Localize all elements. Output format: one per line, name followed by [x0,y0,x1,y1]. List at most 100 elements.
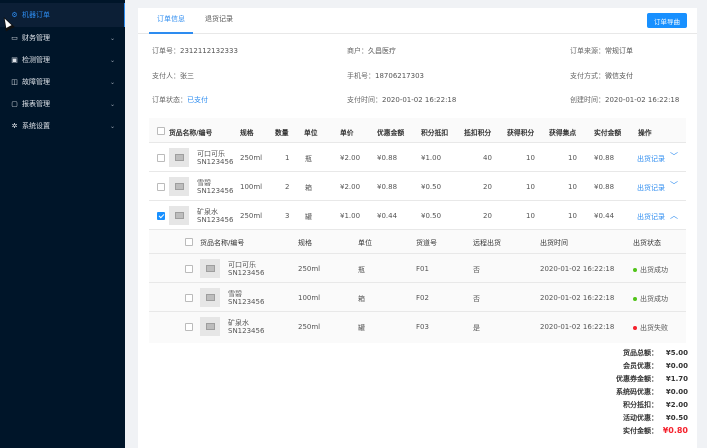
stamps: 10 [568,154,577,162]
sub-row-checkbox[interactable] [185,265,193,273]
product-thumbnail [169,148,189,167]
sidebar-item-reports[interactable]: ▢ 报表管理 ⌄ [0,93,125,115]
points-deduct: ¥0.50 [421,183,442,191]
chevron-down-icon[interactable]: ﹀ [670,180,678,191]
image-icon [205,323,215,330]
lane: F03 [416,323,429,331]
points-deduct: ¥0.50 [421,212,442,220]
shipment-subtable: 货品名称/编号 规格 单位 货道号 远程出货 出货时间 出货状态 可口可乐 SN… [149,230,686,343]
tab-order-info[interactable]: 订单信息 [149,14,193,34]
check-icon: ▣ [11,56,18,64]
sidebar-item-machine-orders[interactable]: ⚙ 机器订单 [0,3,125,27]
wallet-icon: ▭ [11,34,18,42]
image-icon [205,265,215,272]
unit: 瓶 [358,266,365,274]
summary-member-discount: 会员优惠： ¥0.00 [623,362,688,370]
spec: 250ml [298,265,321,273]
remote: 否 [473,295,480,303]
ship-time: 2020-01-02 16:22:18 [540,265,615,273]
chevron-down-icon: ⌄ [109,100,115,108]
col-header: 规格 [298,239,312,247]
product-code: SN123456 [197,216,234,224]
pay-time: 支付时间：2020-01-02 16:22:18 [347,96,457,104]
col-header: 货道号 [416,239,437,247]
row-checkbox[interactable] [157,154,165,162]
main-panel: 订单信息 退货记录 订单导曲 订单号：2312112132333 商户：久昌医疗… [138,8,697,448]
sidebar-item-label: 报表管理 [22,100,50,108]
summary-paid-total: 实付金额： ¥0.80 [623,426,688,435]
sub-row-checkbox[interactable] [185,294,193,302]
sidebar: ⚙ 机器订单 ▭ 财务管理 ⌄ ▣ 检测管理 ⌄ ◫ 故障管理 ⌄ ▢ 报表管理… [0,0,125,448]
col-header: 货品名称/编号 [169,129,213,137]
unit: 罐 [305,213,312,221]
product-code: SN123456 [228,298,265,306]
product-thumbnail [200,317,220,336]
row-checkbox[interactable] [157,212,165,220]
discount: ¥0.44 [377,212,398,220]
sidebar-item-label: 系统设置 [22,122,50,130]
subtable-row: 矿泉水 SN123456 250ml 罐 F03 是 2020-01-02 16… [149,312,686,341]
ship-status: 出货成功 [633,265,668,275]
chevron-down-icon: ⌄ [109,78,115,86]
col-header: 获得集点 [549,129,577,137]
spec: 100ml [298,294,321,302]
qty: 1 [285,154,290,162]
sidebar-item-label: 机器订单 [22,11,50,19]
product-code: SN123456 [197,158,234,166]
image-icon [174,212,184,219]
remote: 否 [473,266,480,274]
sidebar-item-label: 财务管理 [22,34,50,42]
points-used: 20 [483,183,492,191]
order-status: 订单状态：已支付 [152,96,208,104]
unit: 箱 [305,184,312,192]
points-used: 40 [483,154,492,162]
tab-return-records[interactable]: 退货记录 [205,14,233,34]
monitor-icon: ▢ [11,100,18,108]
discount: ¥0.88 [377,183,398,191]
sidebar-item-finance[interactable]: ▭ 财务管理 ⌄ [0,27,125,49]
col-header: 远程出货 [473,239,501,247]
image-icon [174,183,184,190]
col-header: 单位 [304,129,318,137]
col-header: 优惠金额 [377,129,405,137]
stamps: 10 [568,183,577,191]
ship-status: 出货成功 [633,294,668,304]
chevron-down-icon: ⌄ [109,34,115,42]
select-all-checkbox[interactable] [157,127,165,135]
sidebar-item-inspection[interactable]: ▣ 检测管理 ⌄ [0,49,125,71]
col-header: 出货时间 [540,239,568,247]
payer: 支付人：张三 [152,72,194,80]
image-icon [205,294,215,301]
export-order-button[interactable]: 订单导曲 [647,13,687,28]
product-thumbnail [200,288,220,307]
sidebar-item-faults[interactable]: ◫ 故障管理 ⌄ [0,71,125,93]
summary-goods-total: 货品总额： ¥5.00 [623,349,688,357]
sub-row-checkbox[interactable] [185,323,193,331]
price: ¥1.00 [340,212,361,220]
order-no: 订单号：2312112132333 [152,47,238,55]
row-checkbox[interactable] [157,183,165,191]
col-header: 出货状态 [633,239,661,247]
table-header: 货品名称/编号 规格 数量 单位 单价 优惠金额 积分抵扣 抵扣积分 获得积分 … [149,118,686,143]
points-used: 20 [483,212,492,220]
shipment-record-link[interactable]: 出货记录 [637,212,665,222]
sidebar-item-label: 故障管理 [22,78,50,86]
table-row: 雪碧 SN123456 100ml 2 箱 ¥2.00 ¥0.88 ¥0.50 … [149,172,686,201]
created-time: 创建时间：2020-01-02 16:22:18 [570,96,680,104]
points-earned: 10 [526,154,535,162]
remote: 是 [473,324,480,332]
sidebar-item-settings[interactable]: ✲ 系统设置 ⌄ [0,115,125,137]
chevron-down-icon[interactable]: ﹀ [670,151,678,162]
shipment-record-link[interactable]: 出货记录 [637,183,665,193]
image-icon [174,154,184,161]
col-header: 货品名称/编号 [200,239,245,247]
col-header: 单价 [340,129,354,137]
lane: F01 [416,265,429,273]
sidebar-item-label: 检测管理 [22,56,50,64]
col-header: 操作 [638,129,652,137]
merchant: 商户：久昌医疗 [347,47,396,55]
paid: ¥0.44 [594,212,615,220]
shipment-record-link[interactable]: 出货记录 [637,154,665,164]
sub-select-all-checkbox[interactable] [185,238,193,246]
chevron-up-icon[interactable]: ︿ [670,210,678,221]
